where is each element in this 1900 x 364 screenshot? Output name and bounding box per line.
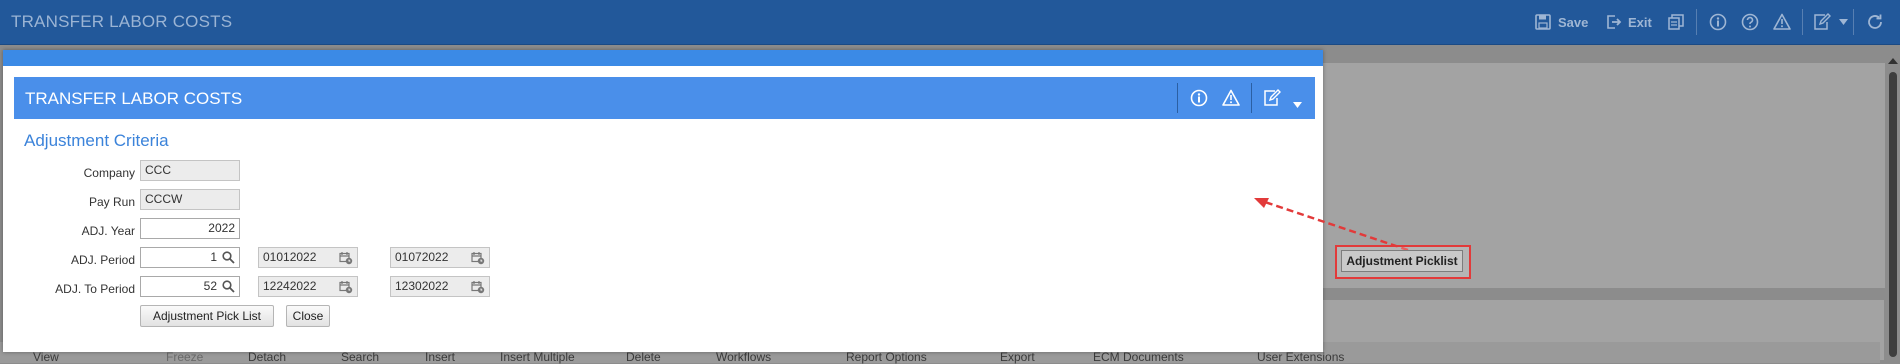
header-separator bbox=[1251, 83, 1252, 113]
company-field[interactable]: CCC bbox=[140, 160, 240, 181]
help-button[interactable] bbox=[1741, 12, 1759, 32]
search-button[interactable]: Search bbox=[341, 350, 379, 364]
calendar-icon[interactable] bbox=[471, 251, 485, 271]
copy-button[interactable] bbox=[1668, 12, 1684, 32]
scrollbar-thumb[interactable] bbox=[1889, 72, 1897, 357]
search-icon[interactable] bbox=[222, 251, 235, 270]
save-button[interactable]: Save bbox=[1535, 12, 1588, 32]
info-button[interactable] bbox=[1709, 12, 1727, 32]
user-extensions-menu[interactable]: User Extensions bbox=[1257, 350, 1344, 364]
app-toolbar: TRANSFER LABOR COSTS Save Exit bbox=[0, 0, 1900, 45]
scroll-up-icon[interactable] bbox=[1888, 58, 1898, 64]
freeze-button[interactable]: Freeze bbox=[166, 350, 203, 364]
adj-year-field[interactable]: 2022 bbox=[140, 218, 240, 239]
save-label: Save bbox=[1558, 14, 1589, 30]
app-title: TRANSFER LABOR COSTS bbox=[11, 12, 233, 31]
detach-button[interactable]: Detach bbox=[248, 350, 286, 364]
adjustment-picklist-button[interactable]: Adjustment Picklist bbox=[1341, 250, 1463, 272]
export-menu[interactable]: Export bbox=[1000, 350, 1035, 364]
pay-run-label: Pay Run bbox=[88, 195, 135, 209]
edit-note-icon[interactable] bbox=[1263, 89, 1281, 112]
dialog-title: TRANSFER LABOR COSTS bbox=[25, 89, 243, 108]
ecm-documents-menu[interactable]: ECM Documents bbox=[1093, 350, 1184, 364]
view-menu[interactable]: View bbox=[33, 350, 59, 364]
exit-icon bbox=[1606, 14, 1622, 30]
copy-icon bbox=[1668, 14, 1684, 30]
exit-label: Exit bbox=[1628, 14, 1652, 30]
adj-to-period-start-value: 12242022 bbox=[263, 279, 317, 293]
dialog-drag-bar[interactable] bbox=[3, 50, 1323, 66]
adj-period-start-date[interactable]: 01012022 bbox=[258, 247, 358, 268]
adj-period-start-value: 01012022 bbox=[263, 250, 317, 264]
adjustment-pick-list-button[interactable]: Adjustment Pick List bbox=[140, 305, 274, 327]
toolbar-separator bbox=[1696, 9, 1697, 35]
calendar-icon[interactable] bbox=[339, 280, 353, 300]
close-button[interactable]: Close bbox=[286, 305, 330, 327]
notes-button[interactable] bbox=[1813, 12, 1848, 32]
exit-button[interactable]: Exit bbox=[1606, 12, 1652, 32]
warning-button[interactable] bbox=[1773, 12, 1791, 32]
edit-note-icon bbox=[1813, 13, 1831, 31]
chevron-down-icon bbox=[1839, 19, 1848, 25]
adj-period-end-value: 01072022 bbox=[395, 250, 449, 264]
toolbar-separator bbox=[1802, 9, 1803, 35]
save-icon bbox=[1535, 14, 1551, 30]
adj-period-field[interactable]: 1 bbox=[140, 247, 240, 268]
chevron-down-icon[interactable] bbox=[1293, 95, 1302, 113]
transfer-labor-costs-dialog: TRANSFER LABOR COSTS Adjustment Criteria… bbox=[3, 50, 1323, 352]
adj-to-period-field[interactable]: 52 bbox=[140, 276, 240, 297]
header-separator bbox=[1177, 83, 1178, 113]
calendar-icon[interactable] bbox=[339, 251, 353, 271]
adj-period-value: 1 bbox=[210, 250, 217, 264]
adj-to-period-start-date[interactable]: 12242022 bbox=[258, 276, 358, 297]
refresh-icon bbox=[1866, 13, 1884, 31]
adj-year-label: ADJ. Year bbox=[81, 224, 135, 238]
pay-run-field[interactable]: CCCW bbox=[140, 189, 240, 210]
search-icon[interactable] bbox=[222, 280, 235, 299]
toolbar-separator bbox=[1853, 9, 1854, 35]
section-title: Adjustment Criteria bbox=[24, 131, 169, 150]
adj-to-period-value: 52 bbox=[203, 279, 217, 293]
delete-button[interactable]: Delete bbox=[626, 350, 661, 364]
adj-to-period-label: ADJ. To Period bbox=[55, 282, 135, 296]
warning-icon[interactable] bbox=[1222, 89, 1240, 112]
adj-period-label: ADJ. Period bbox=[70, 253, 135, 267]
insert-multiple-button[interactable]: Insert Multiple bbox=[500, 350, 575, 364]
dialog-header: TRANSFER LABOR COSTS bbox=[14, 77, 1315, 119]
refresh-button[interactable] bbox=[1866, 12, 1884, 32]
info-icon[interactable] bbox=[1190, 89, 1208, 112]
warning-icon bbox=[1773, 13, 1791, 31]
company-label: Company bbox=[83, 166, 135, 180]
report-options-menu[interactable]: Report Options bbox=[846, 350, 927, 364]
adj-period-end-date[interactable]: 01072022 bbox=[390, 247, 490, 268]
adj-to-period-end-date[interactable]: 12302022 bbox=[390, 276, 490, 297]
adj-to-period-end-value: 12302022 bbox=[395, 279, 449, 293]
workflows-menu[interactable]: Workflows bbox=[716, 350, 771, 364]
info-icon bbox=[1709, 13, 1727, 31]
help-icon bbox=[1741, 13, 1759, 31]
insert-button[interactable]: Insert bbox=[425, 350, 455, 364]
calendar-icon[interactable] bbox=[471, 280, 485, 300]
